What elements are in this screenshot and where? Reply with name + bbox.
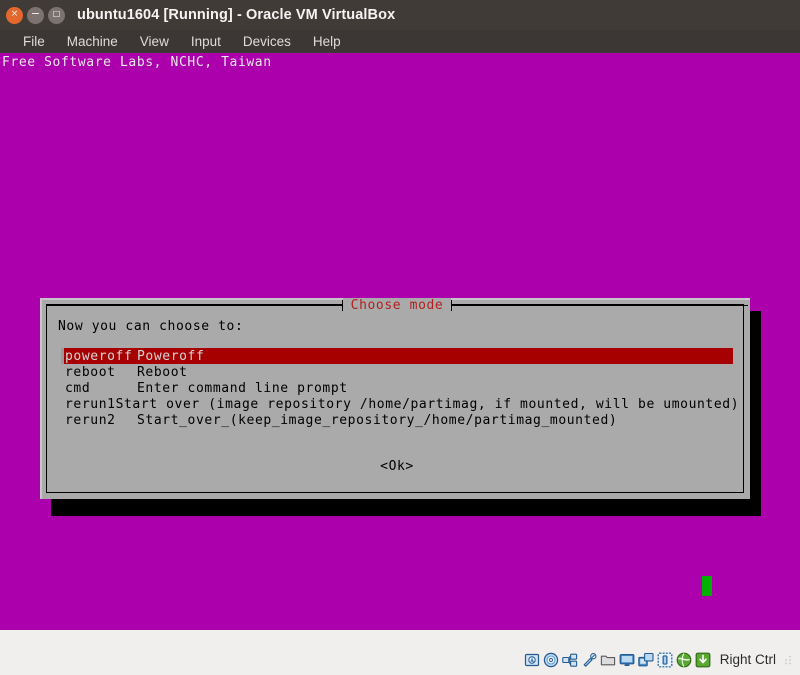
maximize-icon: □ xyxy=(53,10,61,18)
menu-item-devices[interactable]: Devices xyxy=(232,34,302,49)
dialog-title-row: Choose mode xyxy=(46,298,748,312)
close-icon: × xyxy=(11,10,19,19)
maximize-button[interactable]: □ xyxy=(48,7,65,24)
window-titlebar: × − □ ubuntu1604 [Running] - Oracle VM V… xyxy=(0,0,800,30)
window-controls: × − □ xyxy=(0,7,65,24)
list-item-rerun1[interactable]: rerun1 Start over (image repository /hom… xyxy=(61,396,733,412)
virtualization-icon[interactable] xyxy=(676,652,692,668)
ok-button[interactable]: <Ok> xyxy=(42,459,752,474)
vm-display[interactable]: Free Software Labs, NCHC, Taiwan Choose … xyxy=(0,53,800,630)
menu-item-input[interactable]: Input xyxy=(180,34,232,49)
console-banner-text: Free Software Labs, NCHC, Taiwan xyxy=(2,55,272,70)
option-key: poweroff xyxy=(61,349,137,364)
hard-disk-icon[interactable] xyxy=(524,652,540,668)
menu-item-machine[interactable]: Machine xyxy=(56,34,129,49)
dialog-title: Choose mode xyxy=(343,298,452,313)
list-item-poweroff[interactable]: poweroff Poweroff xyxy=(61,348,733,364)
option-key: rerun1 xyxy=(61,397,116,412)
menu-item-view[interactable]: View xyxy=(129,34,180,49)
display-icon[interactable] xyxy=(619,652,635,668)
statusbar: Right Ctrl xyxy=(0,644,800,675)
title-rule-left xyxy=(46,305,342,306)
dialog-prompt-text: Now you can choose to: xyxy=(58,319,243,334)
terminal-cursor xyxy=(702,576,712,596)
optical-disk-icon[interactable] xyxy=(543,652,559,668)
mouse-integration-icon[interactable] xyxy=(695,652,711,668)
option-description: Poweroff xyxy=(137,349,204,364)
dialog-body: Choose mode Now you can choose to: power… xyxy=(42,300,752,501)
option-description: Enter command line prompt xyxy=(137,381,348,396)
remote-desktop-icon[interactable] xyxy=(638,652,654,668)
video-capture-icon[interactable] xyxy=(657,652,673,668)
choose-mode-dialog: Choose mode Now you can choose to: power… xyxy=(40,298,750,499)
close-button[interactable]: × xyxy=(6,7,23,24)
title-rule-right xyxy=(452,305,748,306)
minimize-icon: − xyxy=(31,8,40,19)
option-key: rerun2 xyxy=(61,413,137,428)
menu-item-file[interactable]: File xyxy=(12,34,56,49)
list-item-reboot[interactable]: reboot Reboot xyxy=(61,364,733,380)
option-key: reboot xyxy=(61,365,137,380)
option-description: Start over (image repository /home/parti… xyxy=(116,397,740,412)
menu-item-help[interactable]: Help xyxy=(302,34,352,49)
host-key-label: Right Ctrl xyxy=(720,652,776,667)
mode-option-list: poweroff Poweroff reboot Reboot cmd Ente… xyxy=(61,348,733,428)
virtualbox-window: × − □ ubuntu1604 [Running] - Oracle VM V… xyxy=(0,0,800,675)
shared-folder-icon[interactable] xyxy=(600,652,616,668)
option-key: cmd xyxy=(61,381,137,396)
list-item-cmd[interactable]: cmd Enter command line prompt xyxy=(61,380,733,396)
menubar: File Machine View Input Devices Help xyxy=(0,30,800,53)
resize-grip-icon[interactable] xyxy=(783,653,794,667)
usb-icon[interactable] xyxy=(581,652,597,668)
option-description: Start_over_(keep_image_repository_/home/… xyxy=(137,413,617,428)
option-description: Reboot xyxy=(137,365,188,380)
list-item-rerun2[interactable]: rerun2 Start_over_(keep_image_repository… xyxy=(61,412,733,428)
window-title: ubuntu1604 [Running] - Oracle VM Virtual… xyxy=(65,7,800,23)
status-icon-group xyxy=(524,652,711,668)
minimize-button[interactable]: − xyxy=(27,7,44,24)
network-icon[interactable] xyxy=(562,652,578,668)
